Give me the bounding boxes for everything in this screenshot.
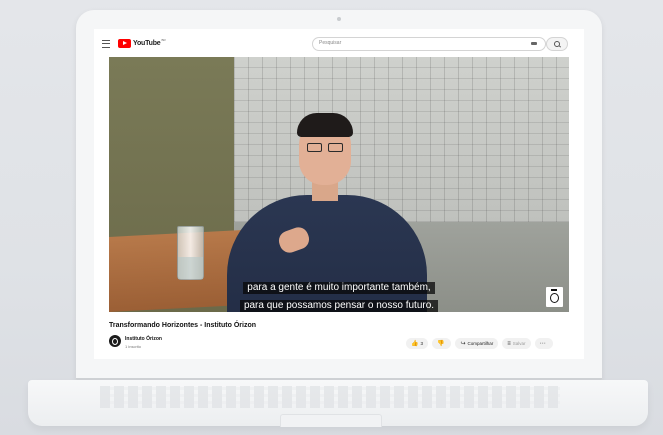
video-actions: 👍 3 👎 ↪ Compartilhar ≡ Salvar ⋯	[406, 338, 553, 349]
share-arrow-icon: ↪	[460, 341, 466, 347]
save-button[interactable]: ≡ Salvar	[502, 338, 531, 349]
search-button[interactable]	[546, 37, 568, 51]
glass-water	[178, 257, 203, 279]
watermark-accent	[551, 289, 557, 291]
channel-avatar[interactable]	[109, 335, 121, 347]
search-icon	[554, 41, 560, 47]
search-placeholder: Pesquisar	[319, 40, 342, 46]
channel-watermark[interactable]	[546, 287, 563, 307]
subscriber-count: 1 inscrito	[125, 344, 142, 349]
save-playlist-icon: ≡	[507, 340, 511, 347]
video-subtitles: para a gente é muito importante também, …	[109, 277, 569, 312]
more-options-button[interactable]: ⋯	[534, 338, 553, 349]
video-scene-glass	[177, 226, 204, 280]
dislike-button[interactable]: 👎	[432, 338, 452, 349]
orizon-logo-icon	[550, 293, 559, 303]
youtube-header: YouTube BR Pesquisar	[94, 29, 584, 57]
subtitle-line-1: para a gente é muito importante também,	[243, 282, 435, 294]
like-count: 3	[420, 341, 423, 346]
thumbs-down-icon: 👎	[437, 341, 445, 347]
logo-country-code: BR	[161, 38, 166, 42]
video-speaker-hair	[297, 113, 353, 137]
youtube-logo[interactable]: YouTube BR	[118, 38, 166, 48]
thumbs-up-icon: 👍	[411, 341, 419, 347]
like-button[interactable]: 👍 3	[406, 338, 428, 349]
video-speaker-glasses	[307, 143, 343, 152]
channel-name[interactable]: Instituto Órizon	[125, 336, 162, 342]
laptop-keyboard	[100, 386, 560, 408]
more-horizontal-icon: ⋯	[539, 341, 546, 347]
video-title: Transformando Horizontes - Instituto Óri…	[109, 322, 256, 329]
laptop-trackpad	[280, 414, 382, 427]
webcam	[337, 17, 341, 21]
logo-text: YouTube	[133, 39, 161, 47]
video-player[interactable]: para a gente é muito importante também, …	[109, 57, 569, 312]
subtitle-line-2: para que possamos pensar o nosso futuro.	[239, 300, 439, 312]
share-button[interactable]: ↪ Compartilhar	[455, 338, 499, 349]
keyboard-icon[interactable]	[531, 42, 537, 45]
share-label: Compartilhar	[467, 341, 494, 346]
save-label: Salvar	[512, 341, 526, 346]
hamburger-menu-icon[interactable]	[102, 40, 110, 48]
search-input[interactable]: Pesquisar	[312, 37, 546, 51]
youtube-play-icon	[118, 38, 131, 48]
browser-screen: YouTube BR Pesquisar para a gente é muit…	[94, 29, 584, 359]
